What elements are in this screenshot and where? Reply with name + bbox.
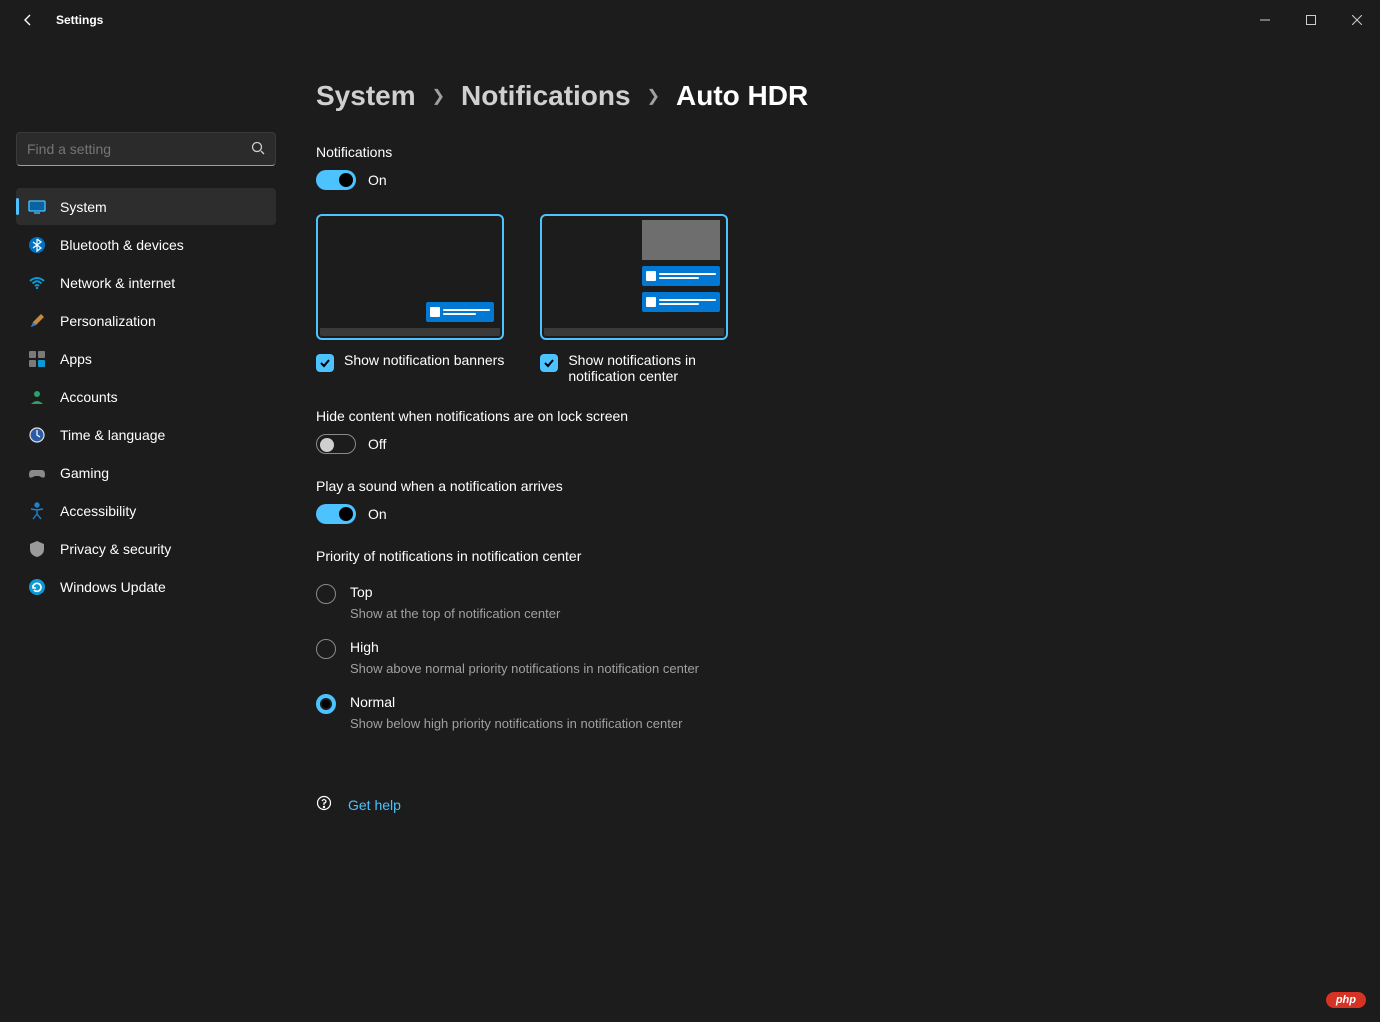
show-center-checkbox[interactable] (540, 354, 558, 372)
chevron-right-icon: ❯ (432, 86, 445, 106)
sidebar-item-system[interactable]: System (16, 188, 276, 225)
sidebar-item-personalization[interactable]: Personalization (16, 302, 276, 339)
sidebar-item-label: Gaming (60, 465, 109, 481)
play-sound-state: On (368, 506, 387, 522)
breadcrumb-notifications[interactable]: Notifications (461, 80, 631, 112)
sidebar-item-label: Network & internet (60, 275, 175, 291)
search-input[interactable] (27, 141, 251, 157)
person-icon (28, 388, 46, 406)
play-sound-toggle[interactable] (316, 504, 356, 524)
hide-content-state: Off (368, 436, 386, 452)
sidebar-item-time-language[interactable]: Time & language (16, 416, 276, 453)
search-icon (251, 141, 265, 158)
priority-title: High (350, 639, 699, 655)
sidebar-item-accessibility[interactable]: Accessibility (16, 492, 276, 529)
accessibility-icon (28, 502, 46, 520)
window-controls (1242, 0, 1380, 40)
sidebar-item-label: Windows Update (60, 579, 166, 595)
sidebar-item-network[interactable]: Network & internet (16, 264, 276, 301)
chevron-right-icon: ❯ (647, 86, 660, 106)
preview-center[interactable] (540, 214, 728, 340)
sidebar-item-label: Time & language (60, 427, 165, 443)
content-area: System ❯ Notifications ❯ Auto HDR Notifi… (292, 40, 1380, 1022)
sidebar-item-accounts[interactable]: Accounts (16, 378, 276, 415)
maximize-icon (1306, 15, 1316, 25)
clock-globe-icon (28, 426, 46, 444)
sidebar-item-label: System (60, 199, 107, 215)
notifications-state: On (368, 172, 387, 188)
breadcrumb-system[interactable]: System (316, 80, 416, 112)
update-icon (28, 578, 46, 596)
sidebar-item-label: Accounts (60, 389, 118, 405)
minimize-button[interactable] (1242, 0, 1288, 40)
sidebar-item-gaming[interactable]: Gaming (16, 454, 276, 491)
show-center-label: Show notifications in notification cente… (568, 352, 735, 384)
sidebar-item-privacy[interactable]: Privacy & security (16, 530, 276, 567)
show-banners-checkbox[interactable] (316, 354, 334, 372)
paintbrush-icon (28, 312, 46, 330)
radio-icon (316, 639, 336, 659)
sidebar-item-label: Bluetooth & devices (60, 237, 184, 253)
back-button[interactable] (18, 10, 38, 30)
priority-desc: Show above normal priority notifications… (350, 661, 699, 676)
sidebar-item-label: Accessibility (60, 503, 136, 519)
radio-checked-icon (316, 694, 336, 714)
play-sound-label: Play a sound when a notification arrives (316, 478, 1340, 494)
priority-option-normal[interactable]: Normal Show below high priority notifica… (316, 684, 1340, 739)
sidebar-item-apps[interactable]: Apps (16, 340, 276, 377)
notifications-label: Notifications (316, 144, 1340, 160)
breadcrumb-current: Auto HDR (676, 80, 808, 112)
sidebar-item-label: Apps (60, 351, 92, 367)
preview-card-center: Show notifications in notification cente… (540, 214, 735, 384)
sidebar-item-label: Privacy & security (60, 541, 171, 557)
priority-option-high[interactable]: High Show above normal priority notifica… (316, 629, 1340, 684)
arrow-left-icon (20, 12, 36, 28)
wifi-icon (28, 274, 46, 292)
priority-title: Top (350, 584, 560, 600)
maximize-button[interactable] (1288, 0, 1334, 40)
sidebar: System Bluetooth & devices Network & int… (0, 40, 292, 1022)
nav-list: System Bluetooth & devices Network & int… (16, 188, 276, 605)
close-button[interactable] (1334, 0, 1380, 40)
priority-title: Normal (350, 694, 682, 710)
preview-banners[interactable] (316, 214, 504, 340)
watermark-badge: php (1326, 992, 1366, 1008)
notifications-toggle[interactable] (316, 170, 356, 190)
titlebar: Settings (0, 0, 1380, 40)
gamepad-icon (28, 464, 46, 482)
window-title: Settings (56, 13, 103, 27)
preview-card-banners: Show notification banners (316, 214, 504, 384)
settings-window: Settings (0, 0, 1380, 1022)
help-label: Get help (348, 797, 401, 813)
sidebar-item-bluetooth[interactable]: Bluetooth & devices (16, 226, 276, 263)
help-icon (316, 795, 332, 814)
apps-icon (28, 350, 46, 368)
minimize-icon (1260, 15, 1270, 25)
sidebar-item-windows-update[interactable]: Windows Update (16, 568, 276, 605)
sidebar-item-label: Personalization (60, 313, 156, 329)
hide-content-label: Hide content when notifications are on l… (316, 408, 1340, 424)
notification-preview-row: Show notification banners Show no (316, 214, 1340, 384)
get-help-link[interactable]: Get help (316, 795, 1340, 814)
show-banners-label: Show notification banners (344, 352, 504, 368)
priority-desc: Show below high priority notifications i… (350, 716, 682, 731)
breadcrumb: System ❯ Notifications ❯ Auto HDR (316, 80, 1340, 112)
bluetooth-icon (28, 236, 46, 254)
search-box[interactable] (16, 132, 276, 166)
shield-icon (28, 540, 46, 558)
priority-desc: Show at the top of notification center (350, 606, 560, 621)
close-icon (1352, 15, 1362, 25)
hide-content-toggle[interactable] (316, 434, 356, 454)
priority-radio-group: Top Show at the top of notification cent… (316, 574, 1340, 739)
radio-icon (316, 584, 336, 604)
priority-label: Priority of notifications in notificatio… (316, 548, 1340, 564)
monitor-icon (28, 198, 46, 216)
priority-option-top[interactable]: Top Show at the top of notification cent… (316, 574, 1340, 629)
